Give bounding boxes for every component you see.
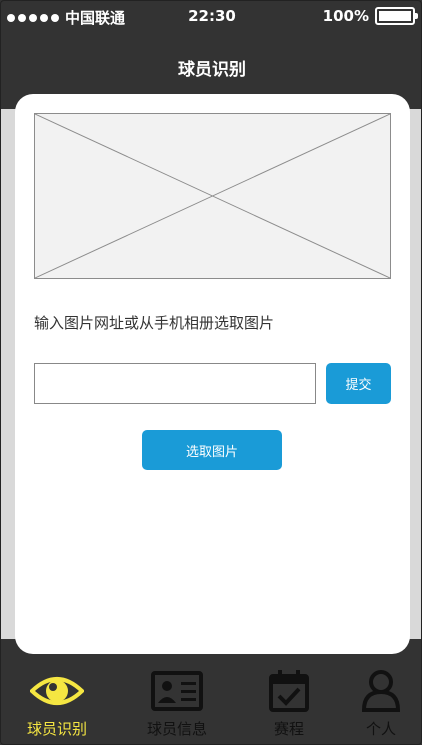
main-card: 输入图片网址或从手机相册选取图片 提交 选取图片: [15, 94, 410, 654]
tab-schedule[interactable]: 赛程: [261, 656, 317, 744]
pick-image-button[interactable]: 选取图片: [142, 430, 282, 470]
tab-personal[interactable]: 个人: [353, 656, 409, 744]
user-icon: [361, 666, 401, 716]
status-bar: 中国联通 22:30 100%: [1, 1, 421, 33]
id-card-icon: [151, 666, 203, 716]
battery-percent: 100%: [322, 7, 369, 25]
tab-bar: 球员识别 球员信息 赛程 个人: [1, 656, 421, 744]
tab-label: 球员信息: [146, 720, 207, 738]
tab-label: 赛程: [273, 720, 304, 738]
battery-icon: [375, 7, 418, 25]
input-hint: 输入图片网址或从手机相册选取图片: [34, 314, 275, 332]
tab-label: 个人: [365, 720, 396, 738]
status-right: 100%: [322, 7, 418, 25]
tab-label: 球员识别: [26, 720, 87, 738]
tab-player-recognition[interactable]: 球员识别: [19, 656, 95, 744]
tab-player-info[interactable]: 球员信息: [137, 656, 217, 744]
submit-button[interactable]: 提交: [326, 363, 391, 404]
image-url-input[interactable]: [34, 363, 316, 404]
image-placeholder: [34, 113, 391, 279]
page-title: 球员识别: [178, 60, 246, 80]
calendar-check-icon: [269, 666, 309, 716]
image-placeholder-icon: [35, 114, 390, 278]
eye-icon: [30, 666, 84, 716]
phone-screen: 中国联通 22:30 100% 球员识别 输入图片网址或从手机相册选取图片 提交…: [0, 0, 422, 745]
